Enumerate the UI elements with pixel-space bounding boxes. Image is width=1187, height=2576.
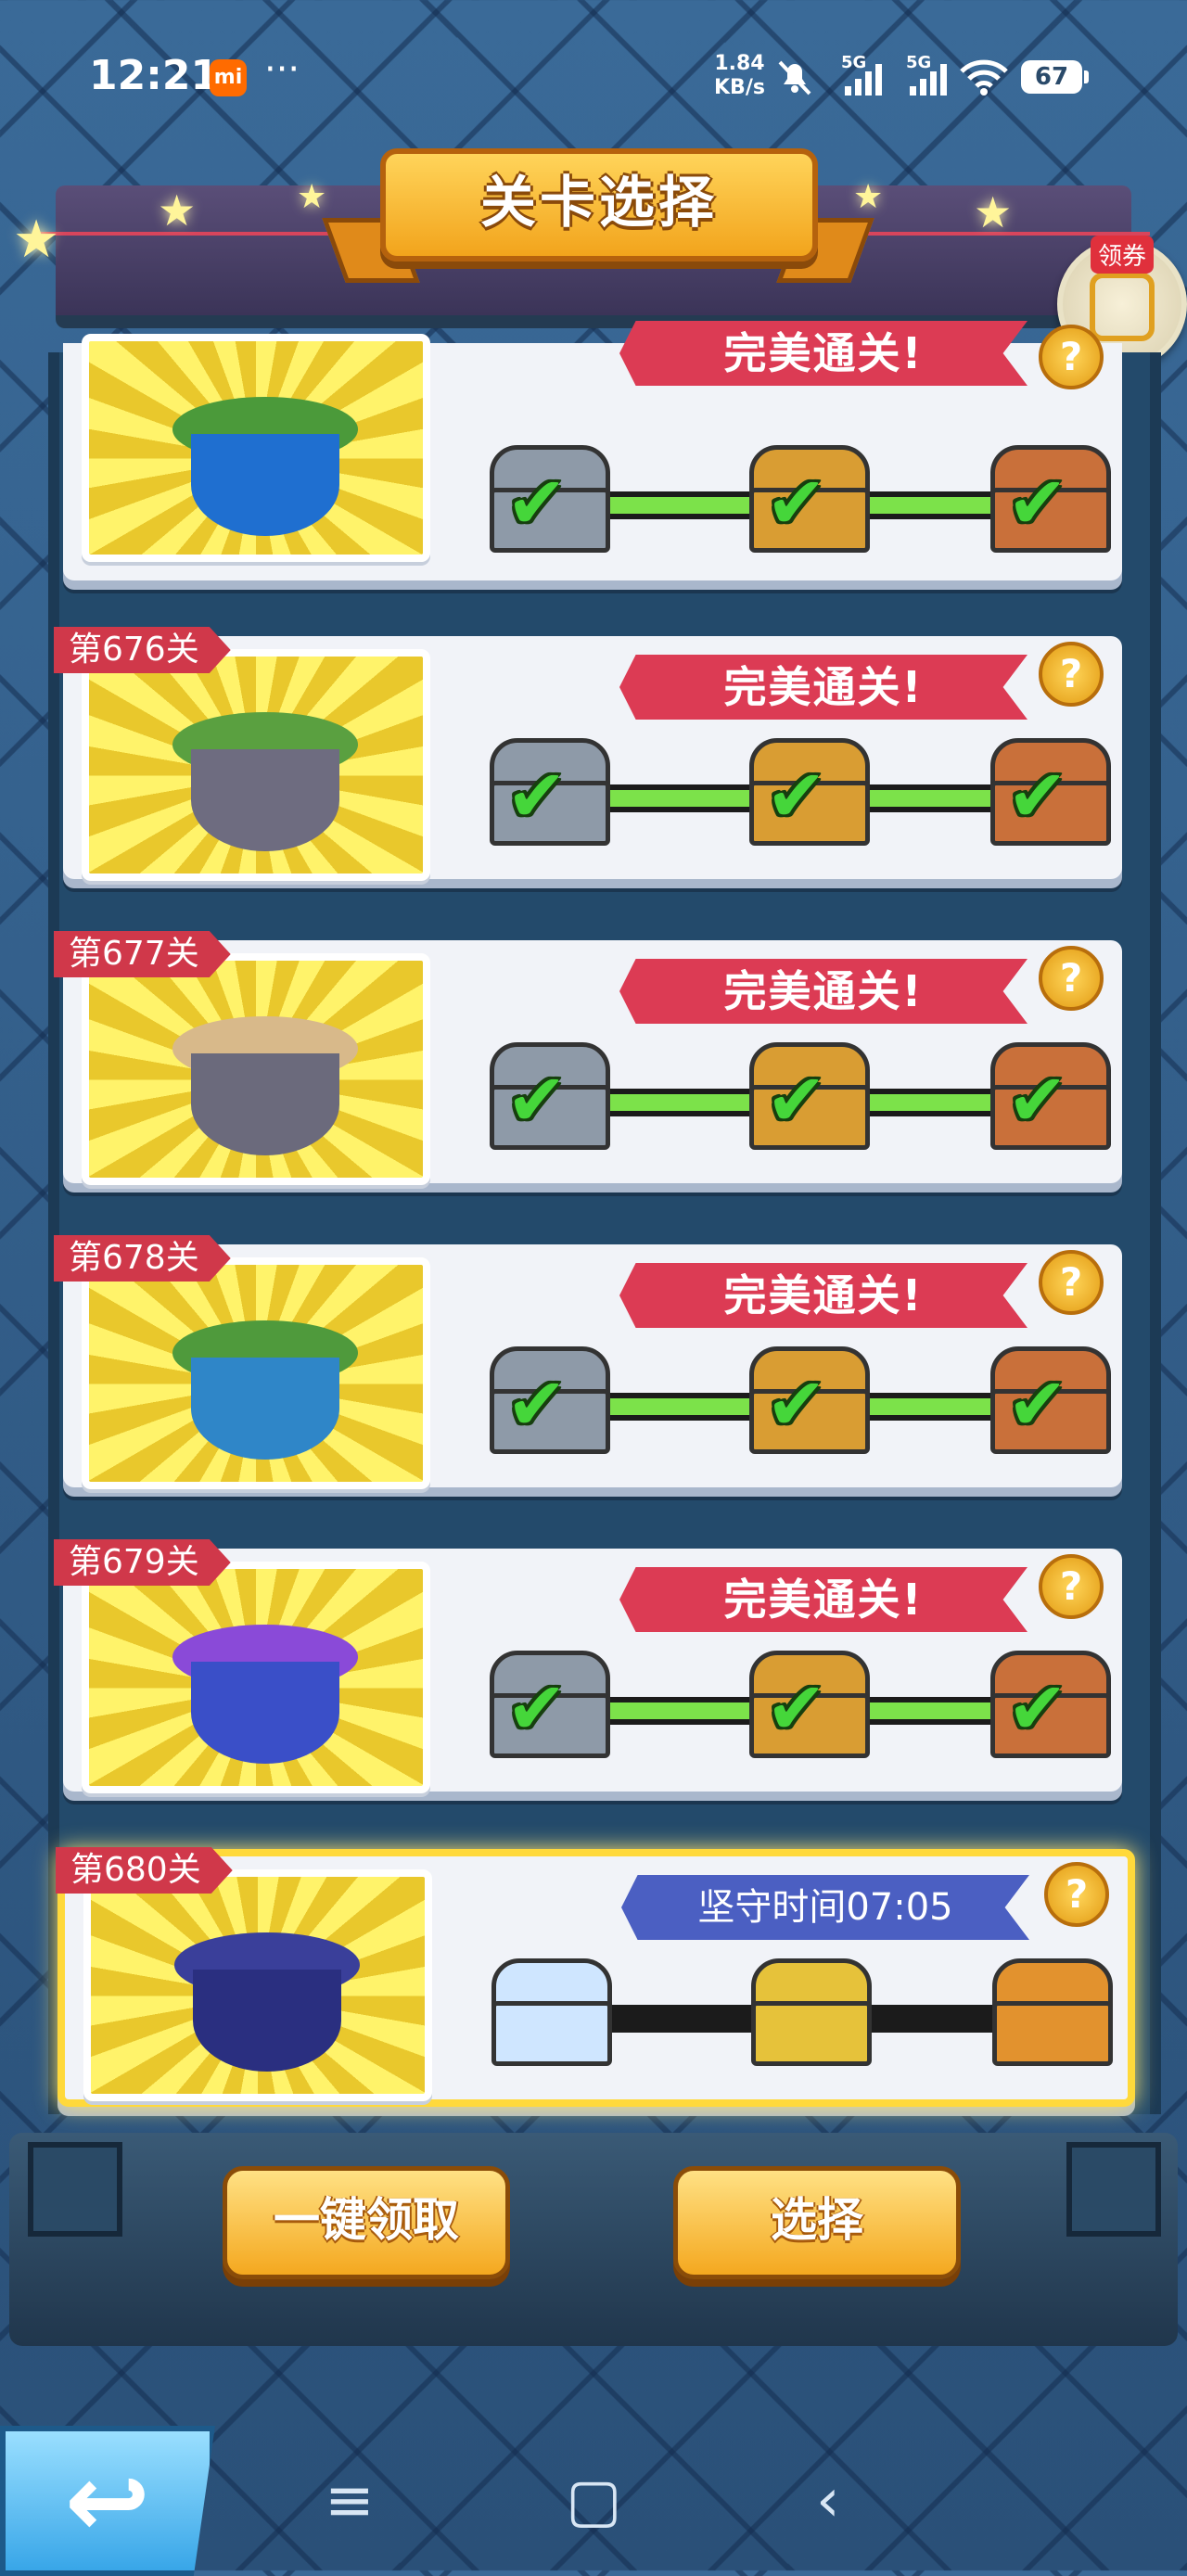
battery-indicator: 67 — [1021, 60, 1089, 94]
check-icon: ✔ — [766, 1059, 827, 1142]
red-chest-icon[interactable] — [992, 1958, 1113, 2066]
signal-label-2: 5G — [906, 53, 932, 72]
check-icon: ✔ — [506, 755, 568, 838]
status-ribbon: 完美通关! — [619, 655, 1027, 720]
silver-chest-icon[interactable]: ✔ — [490, 1346, 610, 1454]
red-chest-icon[interactable]: ✔ — [990, 1346, 1111, 1454]
gold-chest-icon[interactable]: ✔ — [749, 1042, 870, 1150]
gamepad-icon — [1090, 273, 1155, 341]
island-image — [172, 712, 358, 861]
select-button[interactable]: 选择 — [673, 2166, 961, 2279]
check-icon: ✔ — [766, 755, 827, 838]
silver-chest-icon[interactable]: ✔ — [490, 445, 610, 553]
check-icon: ✔ — [506, 462, 568, 545]
red-chest-icon[interactable]: ✔ — [990, 1042, 1111, 1150]
red-chest-icon[interactable]: ✔ — [990, 1651, 1111, 1758]
signal-label-1: 5G — [841, 53, 867, 72]
island-image — [174, 1932, 360, 2081]
level-card[interactable]: 第677关 完美通关! ? ✔ ✔ ✔ — [54, 931, 1122, 1185]
level-card[interactable]: 完美通关! ? ✔ ✔ ✔ — [63, 321, 1122, 580]
action-bar — [9, 2133, 1178, 2346]
page-title: 关卡选择 — [480, 171, 718, 236]
status-bar: 12:21 mi ··· 1.84 KB/s 5G 5G 67 — [0, 0, 1187, 158]
level-thumbnail — [82, 1257, 430, 1489]
star-light-icon: ★ — [853, 178, 884, 216]
check-icon: ✔ — [1007, 1667, 1068, 1751]
island-image — [172, 397, 358, 545]
check-icon: ✔ — [1007, 1059, 1068, 1142]
check-icon: ✔ — [1007, 755, 1068, 838]
network-speed-unit: KB/s — [714, 76, 765, 99]
level-number-tag: 第676关 — [54, 627, 231, 673]
help-button[interactable]: ? — [1039, 946, 1104, 1011]
coupon-tag: 领券 — [1091, 236, 1155, 274]
claim-all-button[interactable]: 一键领取 — [223, 2166, 510, 2279]
network-speed: 1.84 KB/s — [714, 52, 765, 100]
silver-chest-icon[interactable]: ✔ — [490, 1651, 610, 1758]
silver-chest-icon[interactable]: ✔ — [490, 1042, 610, 1150]
defense-time-ribbon: 坚守时间07:05 — [621, 1875, 1029, 1940]
level-thumbnail — [83, 1869, 432, 2101]
status-ribbon: 完美通关! — [619, 1263, 1027, 1328]
level-number-tag: 第677关 — [54, 931, 231, 977]
mute-bell-icon — [778, 60, 811, 96]
help-button[interactable]: ? — [1039, 1250, 1104, 1315]
mi-app-icon: mi — [210, 59, 247, 96]
wifi-icon — [960, 59, 1008, 96]
help-button[interactable]: ? — [1039, 642, 1104, 707]
star-light-icon: ★ — [13, 210, 60, 270]
level-number-tag: 第679关 — [54, 1539, 231, 1586]
silver-chest-icon[interactable]: ✔ — [490, 738, 610, 846]
check-icon: ✔ — [1007, 1363, 1068, 1447]
status-ribbon: 完美通关! — [619, 1567, 1027, 1632]
gold-chest-icon[interactable]: ✔ — [749, 738, 870, 846]
help-button[interactable]: ? — [1039, 1554, 1104, 1619]
check-icon: ✔ — [766, 1667, 827, 1751]
help-button[interactable]: ? — [1044, 1862, 1109, 1927]
gold-chest-icon[interactable]: ✔ — [749, 1346, 870, 1454]
signal-icon-2: 5G — [906, 53, 947, 96]
star-light-icon: ★ — [974, 187, 1013, 237]
star-light-icon: ★ — [297, 178, 327, 216]
gold-chest-icon[interactable]: ✔ — [749, 1651, 870, 1758]
level-number-tag: 第678关 — [54, 1235, 231, 1282]
menu-icon[interactable]: ≡ — [325, 2467, 375, 2535]
gold-chest-icon[interactable] — [751, 1958, 872, 2066]
island-image — [172, 1320, 358, 1469]
level-card[interactable]: 第679关 完美通关! ? ✔ ✔ ✔ — [54, 1539, 1122, 1793]
check-icon: ✔ — [506, 1667, 568, 1751]
level-card-current[interactable]: 第680关 坚守时间07:05 ? — [56, 1847, 1135, 2107]
signal-icon-1: 5G — [841, 53, 882, 96]
island-image — [172, 1016, 358, 1165]
island-image — [172, 1625, 358, 1773]
level-card[interactable]: 第676关 完美通关! ? ✔ ✔ ✔ — [54, 627, 1122, 881]
check-icon: ✔ — [1007, 462, 1068, 545]
silver-chest-icon[interactable] — [491, 1958, 612, 2066]
level-card[interactable]: 第678关 完美通关! ? ✔ ✔ ✔ — [54, 1235, 1122, 1489]
help-button[interactable]: ? — [1039, 325, 1104, 389]
back-arrow-icon[interactable]: ‹ — [816, 2467, 840, 2535]
level-thumbnail — [82, 953, 430, 1185]
level-thumbnail — [82, 1562, 430, 1793]
check-icon: ✔ — [766, 462, 827, 545]
back-button[interactable]: ↩ — [0, 2426, 215, 2576]
lantern-decoration — [28, 2142, 122, 2237]
level-thumbnail — [82, 649, 430, 881]
check-icon: ✔ — [506, 1363, 568, 1447]
status-ribbon: 完美通关! — [619, 959, 1027, 1024]
lantern-decoration — [1066, 2142, 1161, 2237]
red-chest-icon[interactable]: ✔ — [990, 445, 1111, 553]
status-ribbon: 完美通关! — [619, 321, 1027, 386]
more-notifications-icon: ··· — [264, 48, 300, 91]
gold-chest-icon[interactable]: ✔ — [749, 445, 870, 553]
clock: 12:21 — [89, 52, 220, 99]
star-light-icon: ★ — [158, 185, 197, 236]
check-icon: ✔ — [766, 1363, 827, 1447]
red-chest-icon[interactable]: ✔ — [990, 738, 1111, 846]
level-thumbnail — [82, 334, 430, 562]
home-icon[interactable]: ▢ — [566, 2467, 621, 2535]
network-speed-value: 1.84 — [714, 52, 765, 75]
check-icon: ✔ — [506, 1059, 568, 1142]
level-number-tag: 第680关 — [56, 1847, 233, 1894]
